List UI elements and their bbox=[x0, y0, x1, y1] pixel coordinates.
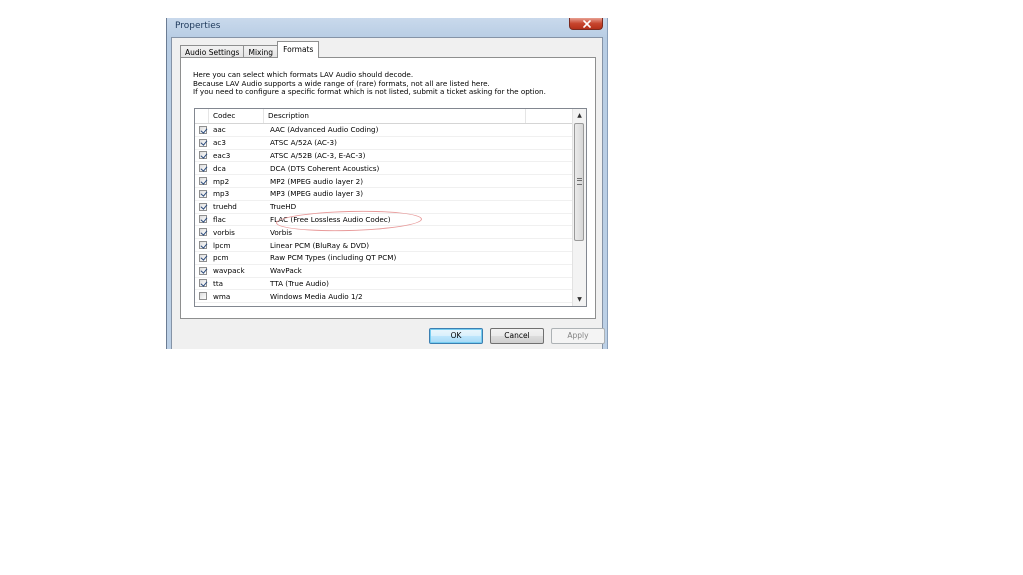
close-button[interactable] bbox=[569, 18, 603, 30]
dialog-client-area: Audio Settings Mixing Formats Here you c… bbox=[171, 37, 605, 349]
formats-description: Here you can select which formats LAV Au… bbox=[193, 70, 546, 97]
description-cell: MP3 (MPEG audio layer 3) bbox=[270, 189, 364, 199]
format-checkbox[interactable] bbox=[199, 266, 207, 275]
codec-cell: pcm bbox=[213, 253, 229, 263]
description-cell: AAC (Advanced Audio Coding) bbox=[270, 125, 379, 135]
scroll-up-button[interactable]: ▲ bbox=[573, 109, 586, 122]
description-line-3: If you need to configure a specific form… bbox=[193, 87, 546, 97]
grip-icon bbox=[577, 178, 582, 185]
list-item[interactable]: dca DCA (DTS Coherent Acoustics) bbox=[195, 162, 573, 176]
list-item[interactable]: eac3 ATSC A/52B (AC-3, E-AC-3) bbox=[195, 150, 573, 163]
cancel-button[interactable]: Cancel bbox=[490, 328, 544, 344]
description-cell: Raw PCM Types (including QT PCM) bbox=[270, 253, 397, 263]
codec-cell: truehd bbox=[213, 202, 237, 212]
properties-window: Properties Audio Settings Mixing Formats… bbox=[166, 18, 608, 349]
codec-cell: tta bbox=[213, 278, 224, 288]
codec-cell: lpcm bbox=[213, 240, 231, 250]
description-cell: Windows Media Audio 1/2 bbox=[270, 291, 363, 301]
list-item[interactable]: flac FLAC (Free Lossless Audio Codec) bbox=[195, 214, 573, 227]
format-checkbox[interactable] bbox=[199, 164, 207, 173]
header-description[interactable]: Description bbox=[264, 109, 526, 123]
list-item[interactable]: aac AAC (Advanced Audio Coding) bbox=[195, 124, 573, 137]
codec-cell: wma bbox=[213, 291, 231, 301]
scrollbar-thumb[interactable] bbox=[574, 123, 584, 241]
format-checkbox[interactable] bbox=[199, 151, 207, 160]
codec-cell: wavpack bbox=[213, 266, 245, 276]
format-checkbox[interactable] bbox=[199, 241, 207, 250]
list-rows: aac AAC (Advanced Audio Coding) ac3 ATSC A/… bbox=[195, 124, 573, 304]
list-item[interactable]: mp2 MP2 (MPEG audio layer 2) bbox=[195, 175, 573, 188]
tab-formats[interactable]: Formats bbox=[277, 41, 320, 58]
format-checkbox[interactable] bbox=[199, 228, 207, 237]
description-cell: Linear PCM (BluRay & DVD) bbox=[270, 240, 370, 250]
format-checkbox[interactable] bbox=[199, 189, 207, 198]
format-checkbox[interactable] bbox=[199, 215, 207, 224]
format-checkbox[interactable] bbox=[199, 125, 207, 134]
tab-strip: Audio Settings Mixing Formats bbox=[180, 41, 320, 58]
header-empty-column bbox=[526, 109, 573, 123]
apply-button[interactable]: Apply bbox=[551, 328, 605, 344]
ok-button[interactable]: OK bbox=[429, 328, 483, 344]
header-codec[interactable]: Codec bbox=[209, 109, 264, 123]
codec-cell: flac bbox=[213, 214, 226, 224]
description-cell: TTA (True Audio) bbox=[270, 278, 329, 288]
list-item[interactable]: ac3 ATSC A/52A (AC-3) bbox=[195, 137, 573, 150]
list-item[interactable]: wavpack WavPack bbox=[195, 265, 573, 278]
format-checkbox[interactable] bbox=[199, 279, 207, 288]
list-item[interactable]: truehd TrueHD bbox=[195, 201, 573, 214]
close-icon bbox=[583, 20, 591, 28]
chevron-up-icon: ▲ bbox=[577, 112, 582, 119]
codec-cell: mp2 bbox=[213, 176, 230, 186]
format-checkbox[interactable] bbox=[199, 253, 207, 262]
list-item[interactable]: lpcm Linear PCM (BluRay & DVD) bbox=[195, 239, 573, 252]
list-item[interactable]: pcm Raw PCM Types (including QT PCM) bbox=[195, 252, 573, 265]
list-item[interactable]: mp3 MP3 (MPEG audio layer 3) bbox=[195, 188, 573, 201]
list-item[interactable]: wma Windows Media Audio 1/2 bbox=[195, 290, 573, 304]
scroll-down-button[interactable]: ▼ bbox=[573, 293, 586, 306]
format-checkbox[interactable] bbox=[199, 292, 207, 301]
format-checkbox[interactable] bbox=[199, 138, 207, 147]
header-checkbox-column[interactable] bbox=[195, 109, 209, 123]
description-cell: FLAC (Free Lossless Audio Codec) bbox=[270, 214, 391, 224]
codec-cell: mp3 bbox=[213, 189, 230, 199]
list-item[interactable]: vorbis Vorbis bbox=[195, 226, 573, 240]
codec-cell: vorbis bbox=[213, 227, 235, 237]
window-title: Properties bbox=[175, 21, 221, 31]
formats-list[interactable]: Codec Description aac AAC (Advanced Audio… bbox=[194, 108, 587, 307]
description-cell: ATSC A/52B (AC-3, E-AC-3) bbox=[270, 150, 366, 160]
description-cell: MP2 (MPEG audio layer 2) bbox=[270, 176, 364, 186]
codec-cell: aac bbox=[213, 125, 226, 135]
vertical-scrollbar[interactable]: ▲ ▼ bbox=[572, 109, 586, 306]
list-header: Codec Description bbox=[195, 109, 573, 124]
chevron-down-icon: ▼ bbox=[577, 296, 582, 303]
description-cell: ATSC A/52A (AC-3) bbox=[270, 138, 337, 148]
description-cell: Vorbis bbox=[270, 227, 293, 237]
codec-cell: ac3 bbox=[213, 138, 226, 148]
list-item[interactable]: tta TTA (True Audio) bbox=[195, 278, 573, 291]
format-checkbox[interactable] bbox=[199, 177, 207, 186]
codec-cell: eac3 bbox=[213, 150, 231, 160]
description-cell: DCA (DTS Coherent Acoustics) bbox=[270, 163, 380, 173]
title-bar[interactable]: Properties bbox=[167, 18, 607, 36]
formats-tab-panel: Here you can select which formats LAV Au… bbox=[180, 57, 596, 319]
description-cell: TrueHD bbox=[270, 202, 297, 212]
description-cell: WavPack bbox=[270, 266, 302, 276]
format-checkbox[interactable] bbox=[199, 202, 207, 211]
codec-cell: dca bbox=[213, 163, 226, 173]
